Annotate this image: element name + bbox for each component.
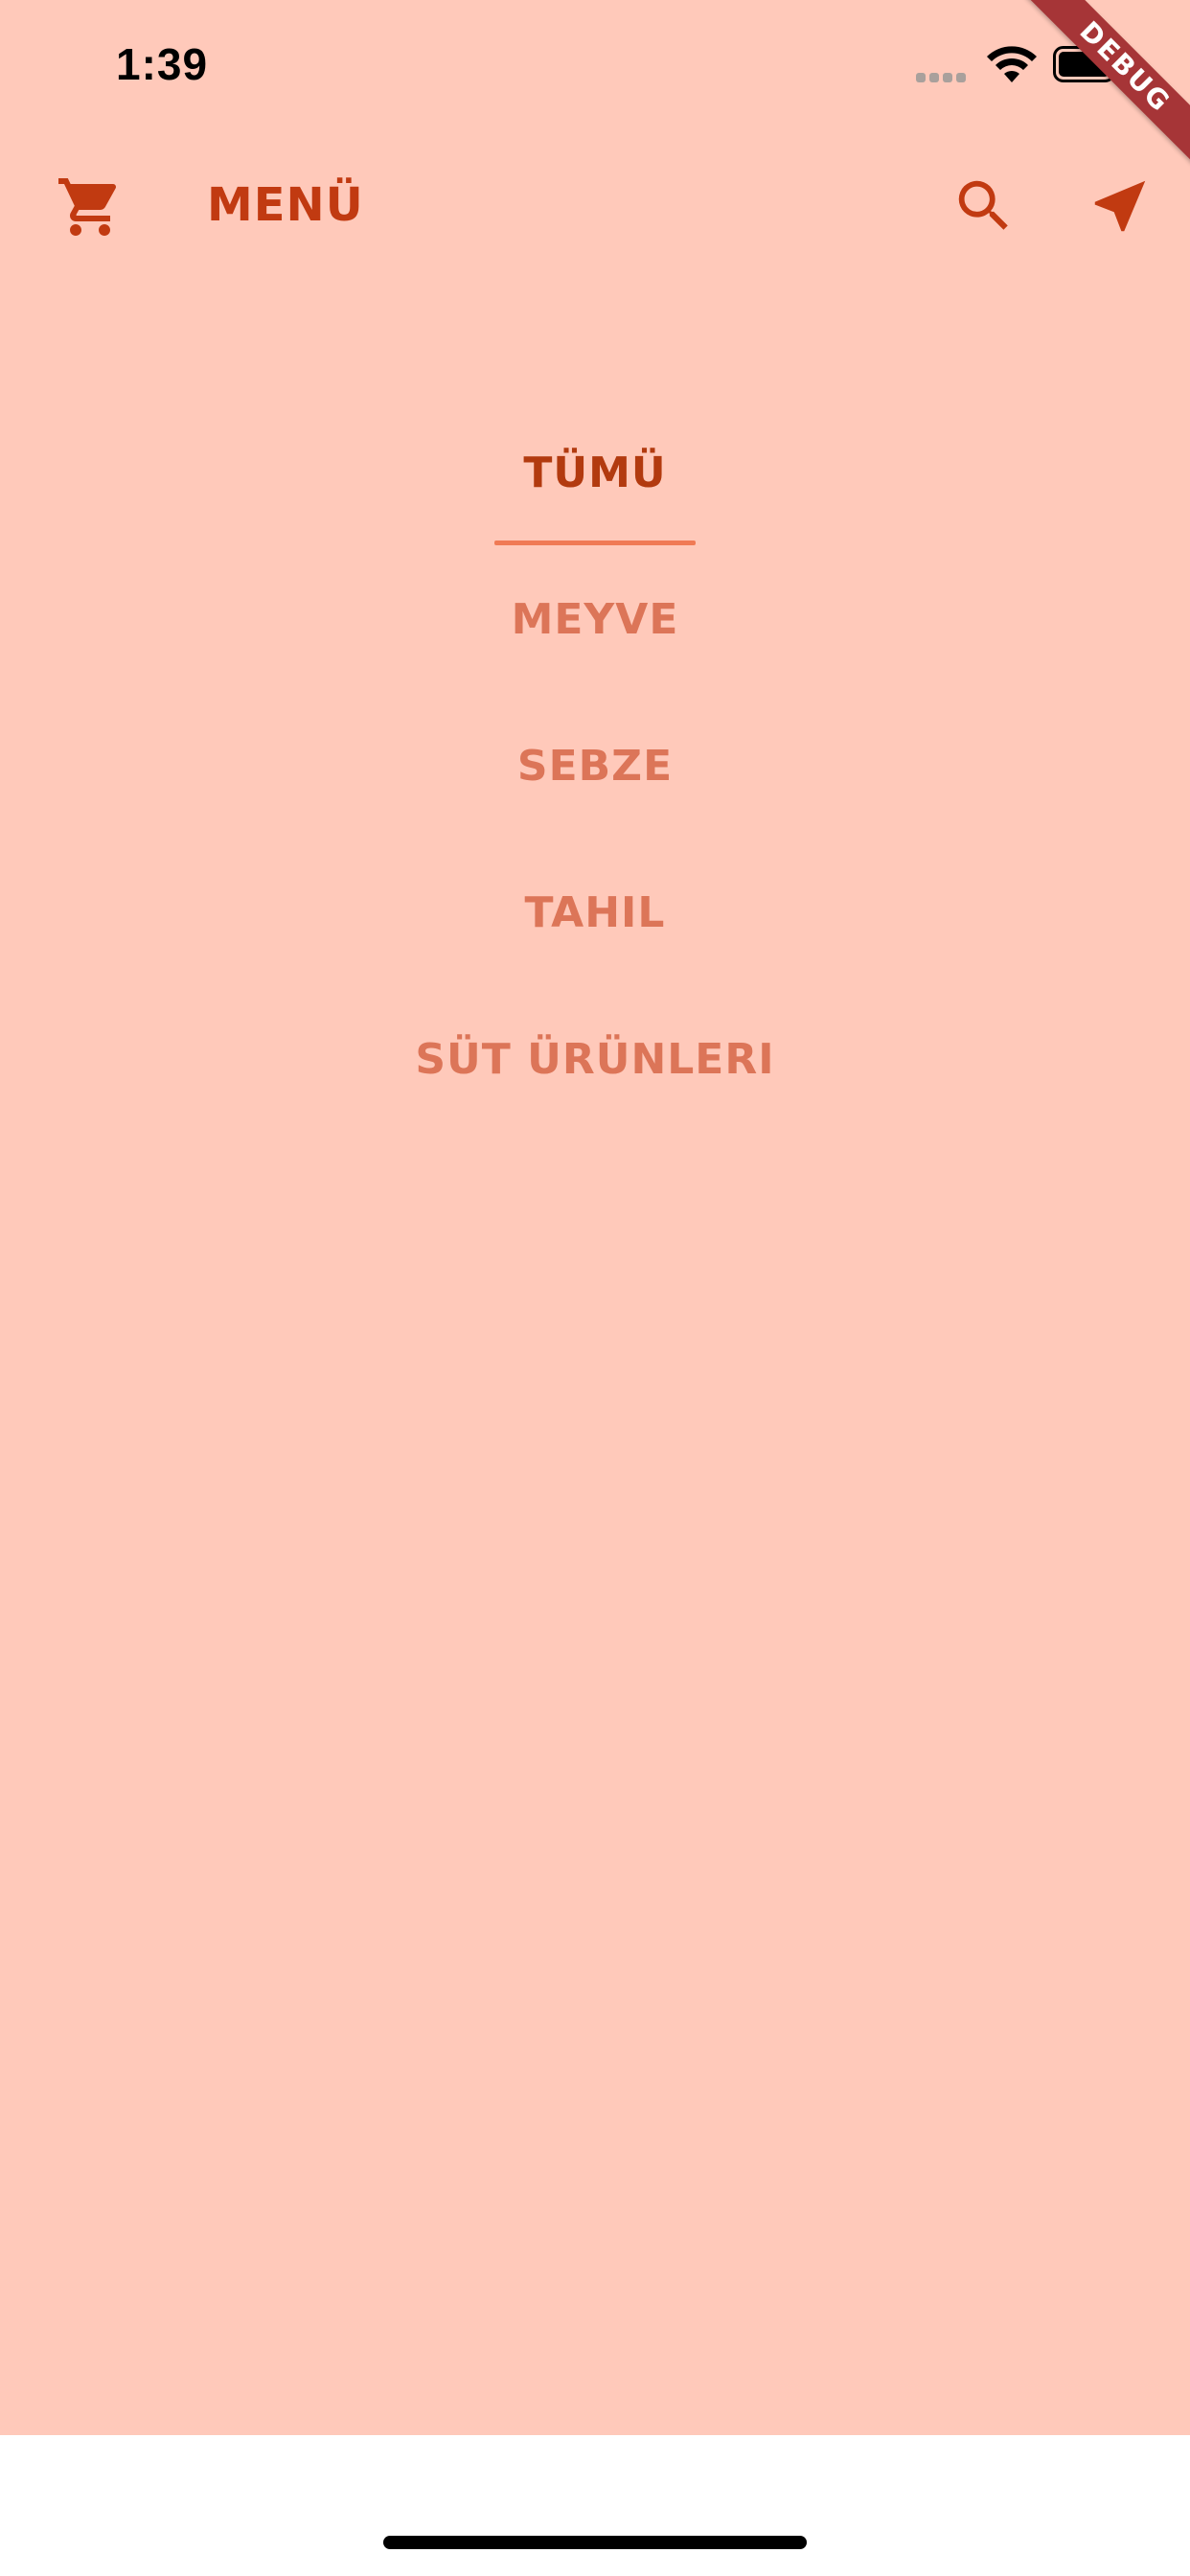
category-item-meyve[interactable]: MEYVE bbox=[0, 595, 1190, 644]
category-item-sebze[interactable]: SEBZE bbox=[0, 742, 1190, 791]
menu-backdrop bbox=[0, 0, 1190, 2435]
search-icon[interactable] bbox=[950, 172, 1018, 240]
cellular-signal-icon bbox=[916, 73, 966, 82]
wifi-icon bbox=[987, 46, 1037, 82]
category-item-tahil[interactable]: TAHIL bbox=[0, 888, 1190, 937]
category-item-sut-urunleri[interactable]: SÜT ÜRÜNLERI bbox=[0, 1035, 1190, 1084]
navigation-arrow-icon[interactable] bbox=[1087, 172, 1154, 240]
status-time: 1:39 bbox=[116, 39, 209, 89]
page-title: MENÜ bbox=[207, 178, 364, 232]
home-indicator[interactable] bbox=[383, 2536, 807, 2549]
app-screen: 1:39 MENÜ TÜMÜ MEYVE SEBZE TAHIL SÜT ÜRÜ… bbox=[0, 0, 1190, 2576]
cart-icon[interactable] bbox=[56, 172, 125, 242]
active-category-underline bbox=[494, 540, 696, 545]
category-item-tumu[interactable]: TÜMÜ bbox=[0, 448, 1190, 497]
